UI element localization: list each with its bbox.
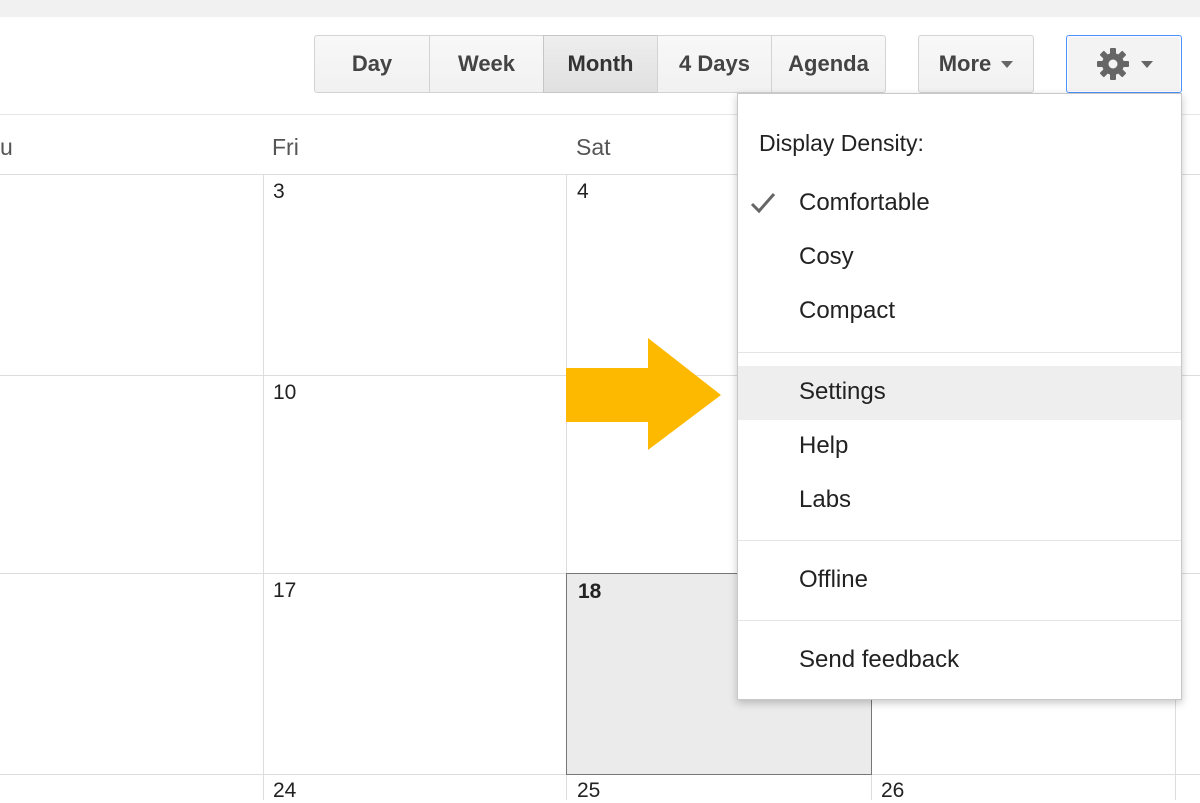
settings-dropdown-menu: Display Density: Comfortable Cosy Compac… [737,93,1182,700]
view-day-button[interactable]: Day [314,35,430,93]
chevron-down-icon [1001,60,1014,68]
menu-item-compact[interactable]: Compact [738,285,1181,339]
view-4days-button[interactable]: 4 Days [657,35,772,93]
menu-item-label: Cosy [799,243,854,270]
menu-item-help[interactable]: Help [738,420,1181,474]
date-4[interactable]: 4 [577,180,589,204]
menu-item-settings[interactable]: Settings [738,366,1181,420]
menu-item-label: Send feedback [799,646,960,673]
menu-item-label: Offline [799,566,868,593]
gear-icon [1097,48,1129,80]
pointer-arrow-icon [566,338,721,450]
day-header-fri: Fri [272,134,299,160]
density-header: Display Density: [759,130,924,156]
menu-item-offline[interactable]: Offline [738,554,1181,608]
menu-item-cosy[interactable]: Cosy [738,231,1181,285]
more-label: More [938,51,992,76]
menu-item-label: Comfortable [799,189,930,216]
checkmark-icon [750,193,776,214]
menu-separator [738,352,1181,353]
menu-item-comfortable[interactable]: Comfortable [738,177,1181,231]
menu-item-label: Labs [799,486,852,513]
view-week-button[interactable]: Week [429,35,544,93]
view-month-button[interactable]: Month [543,35,658,93]
menu-item-labs[interactable]: Labs [738,474,1181,528]
grid-line [263,174,264,800]
date-25[interactable]: 25 [577,779,600,803]
menu-item-label: Help [799,432,849,459]
date-26[interactable]: 26 [881,779,904,803]
date-24[interactable]: 24 [273,779,296,803]
date-3[interactable]: 3 [273,180,285,204]
menu-item-label: Settings [799,378,886,405]
menu-item-send-feedback[interactable]: Send feedback [738,634,1181,688]
settings-gear-button[interactable] [1066,35,1182,93]
date-18[interactable]: 18 [578,580,601,604]
day-header-thu: u [0,134,13,160]
menu-item-label: Compact [799,297,896,324]
more-button[interactable]: More [918,35,1034,93]
menu-separator [738,540,1181,541]
day-header-sat: Sat [576,134,611,160]
chevron-down-icon [1141,60,1153,68]
view-agenda-button[interactable]: Agenda [771,35,886,93]
date-17[interactable]: 17 [273,579,296,603]
date-10[interactable]: 10 [273,381,296,405]
top-strip [0,0,1200,17]
menu-separator [738,620,1181,621]
